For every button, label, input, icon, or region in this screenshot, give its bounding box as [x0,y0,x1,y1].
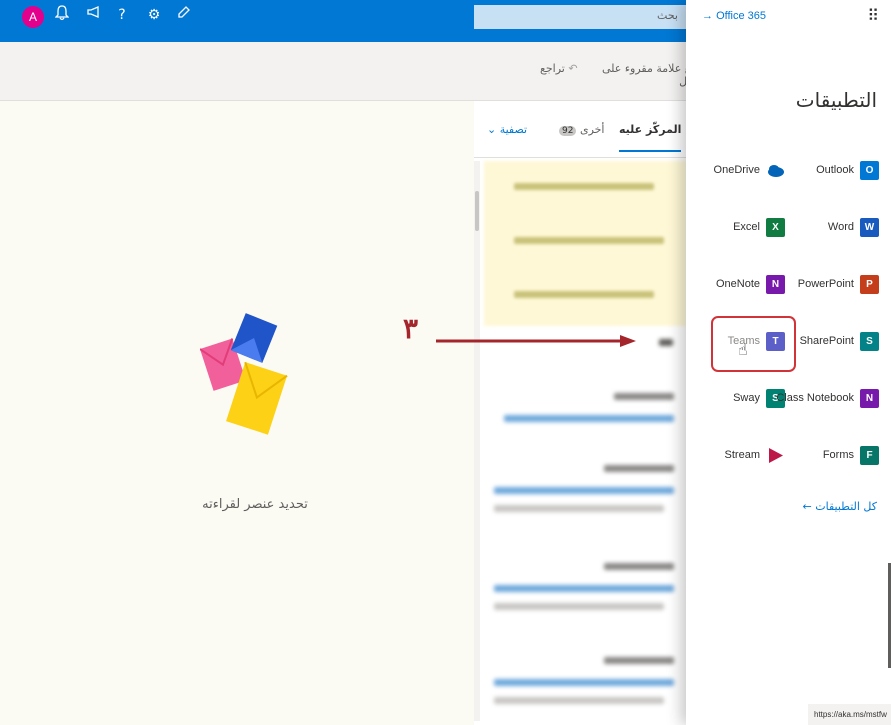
list-scrollbar[interactable] [474,161,480,721]
focused-tab-label: المركّز عليه [619,123,682,136]
undo-icon: ↶ [564,62,578,75]
stream-icon [766,446,785,465]
teams-highlight [711,316,796,372]
waffle-icon[interactable]: ⠿ [867,6,879,25]
annotation-arrow-icon [436,335,636,347]
other-tab-label: أخرى [579,123,605,136]
bell-icon[interactable] [52,5,72,25]
other-count-badge: 92 [559,126,577,136]
app-label: PowerPoint [797,278,854,290]
powerpoint-icon: P [860,274,879,294]
help-icon[interactable]: ? [112,5,132,25]
filter-button[interactable]: تصفية ⌄ [487,123,527,136]
search-box[interactable]: بحث [474,5,686,29]
message-list: المركّز عليه أخرى 92 تصفية ⌄ [474,101,686,725]
all-apps-link[interactable]: كل التطبيقات ← [803,500,877,513]
word-icon: W [860,217,879,237]
apps-title: التطبيقات [795,88,877,112]
inbox-tabs: المركّز عليه أخرى 92 تصفية ⌄ [474,101,686,158]
status-url: https://aka.ms/mstfw [808,704,891,725]
command-bar: ضع علامة مقروء على الكل ↶ تراجع [0,42,700,101]
app-word[interactable]: Word W [828,213,879,241]
app-outlook[interactable]: Outlook O [816,156,879,184]
app-excel[interactable]: Excel X [733,213,785,241]
edit-icon[interactable] [174,5,194,25]
all-apps-label: كل التطبيقات [815,500,877,513]
office-365-label: Office 365 [716,10,767,22]
arrow-icon: ← [802,500,812,513]
app-label: Excel [733,221,760,233]
app-label: Stream [724,449,760,461]
app-onenote[interactable]: OneNote N [716,270,785,298]
onedrive-icon [766,161,785,180]
app-label: Sway [733,392,760,404]
scrollbar-thumb[interactable] [475,191,479,231]
app-onedrive[interactable]: OneDrive [714,156,785,184]
tab-other[interactable]: أخرى 92 [559,123,605,136]
app-launcher-panel: ⠿ → Office 365 التطبيقات OneDrive Outlook… [686,0,891,725]
undo-button[interactable]: ↶ تراجع [540,62,578,75]
megaphone-icon[interactable] [84,5,104,25]
mark-all-read-button[interactable]: ضع علامة مقروء على الكل [587,62,700,88]
outlook-icon: O [860,160,879,180]
chevron-down-icon: ⌄ [487,123,497,136]
filter-label: تصفية [499,123,528,136]
hand-cursor-icon: ☝ [738,340,748,359]
pinned-messages [484,161,686,326]
avatar[interactable]: A [22,6,44,28]
app-sharepoint[interactable]: SharePoint S [800,327,879,355]
gear-icon[interactable]: ⚙ [144,5,164,25]
app-powerpoint[interactable]: PowerPoint P [798,270,879,298]
app-label: Outlook [816,164,854,176]
undo-label: تراجع [540,62,565,75]
app-label: Class Notebook [776,392,854,404]
app-stream[interactable]: Stream [725,441,785,469]
tab-focused[interactable]: المركّز عليه [619,123,682,152]
app-label: OneNote [715,278,760,290]
step-number-annotation: ٣ [403,312,419,345]
app-label: SharePoint [799,335,854,347]
arrow-icon: → [702,10,717,22]
app-class-notebook[interactable]: Class Notebook N [776,384,879,412]
app-label: Forms [822,449,854,461]
search-placeholder: بحث [657,9,678,22]
sharepoint-icon: S [860,331,879,351]
onenote-icon: N [766,274,785,294]
office-365-link[interactable]: → Office 365 [702,10,766,22]
class-notebook-icon: N [860,388,879,408]
reading-empty-message: تحديد عنصر لقراءته [202,497,308,512]
excel-icon: X [766,217,785,237]
app-label: Word [827,221,854,233]
forms-icon: F [860,445,879,465]
envelopes-illustration [199,305,290,445]
app-forms[interactable]: Forms F [823,441,879,469]
app-label: OneDrive [713,164,760,176]
